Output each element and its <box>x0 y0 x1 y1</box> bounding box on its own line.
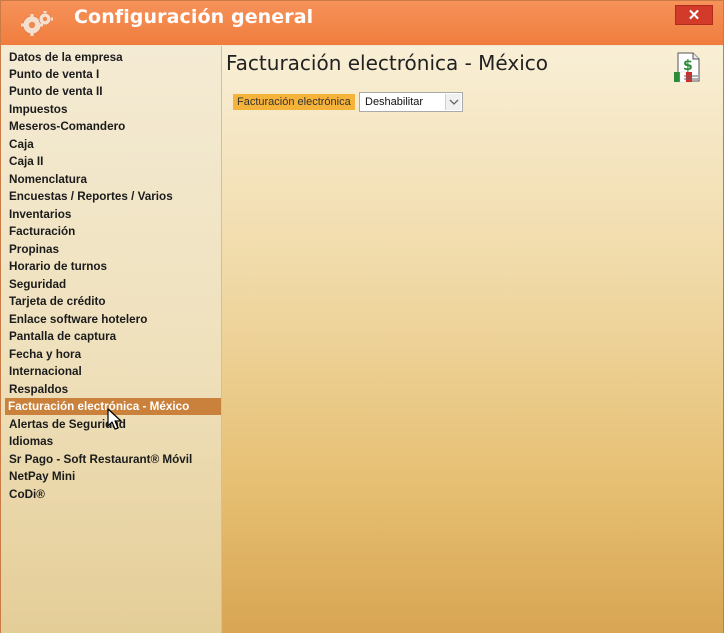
sidebar-item-propinas[interactable]: Propinas <box>1 241 221 258</box>
sidebar-item-idiomas[interactable]: Idiomas <box>1 433 221 450</box>
sidebar-item-software-hotelero[interactable]: Enlace software hotelero <box>1 311 221 328</box>
sidebar-item-meseros[interactable]: Meseros-Comandero <box>1 118 221 135</box>
settings-panel: Facturación electrónica - México $ Factu… <box>222 46 723 633</box>
sidebar-item-sr-pago[interactable]: Sr Pago - Soft Restaurant® Móvil <box>1 451 221 468</box>
sidebar-item-pantalla-captura[interactable]: Pantalla de captura <box>1 328 221 345</box>
title-bar[interactable]: Configuración general ✕ <box>1 1 723 45</box>
sidebar-item-netpay-mini[interactable]: NetPay Mini <box>1 468 221 485</box>
sidebar-item-seguridad[interactable]: Seguridad <box>1 276 221 293</box>
sidebar-item-encuestas[interactable]: Encuestas / Reportes / Varios <box>1 188 221 205</box>
sidebar-item-impuestos[interactable]: Impuestos <box>1 101 221 118</box>
sidebar-item-codi[interactable]: CoDi® <box>1 486 221 503</box>
svg-text:$: $ <box>683 58 693 74</box>
chevron-down-icon <box>449 99 459 105</box>
page-title: Facturación electrónica - México <box>226 51 549 75</box>
sidebar-item-datos-empresa[interactable]: Datos de la empresa <box>1 49 221 66</box>
sidebar-item-nomenclatura[interactable]: Nomenclatura <box>1 171 221 188</box>
close-button[interactable]: ✕ <box>675 5 713 25</box>
select-value: Deshabilitar <box>365 96 424 108</box>
sidebar-item-respaldos[interactable]: Respaldos <box>1 381 221 398</box>
mexico-invoice-icon: $ <box>674 52 700 83</box>
sidebar-item-fecha-hora[interactable]: Fecha y hora <box>1 346 221 363</box>
sidebar-item-punto-venta-1[interactable]: Punto de venta I <box>1 66 221 83</box>
electronic-invoice-label: Facturación electrónica <box>233 94 355 110</box>
sidebar-item-caja-2[interactable]: Caja II <box>1 153 221 170</box>
window-title: Configuración general <box>74 6 314 28</box>
close-icon: ✕ <box>687 7 701 24</box>
sidebar-item-horario-turnos[interactable]: Horario de turnos <box>1 258 221 275</box>
gears-icon <box>21 11 53 36</box>
sidebar-item-internacional[interactable]: Internacional <box>1 363 221 380</box>
sidebar-item-inventarios[interactable]: Inventarios <box>1 206 221 223</box>
config-window: Configuración general ✕ Datos de la empr… <box>0 0 724 633</box>
sidebar-item-tarjeta-credito[interactable]: Tarjeta de crédito <box>1 293 221 310</box>
sidebar-item-punto-venta-2[interactable]: Punto de venta II <box>1 83 221 100</box>
sidebar-item-caja[interactable]: Caja <box>1 136 221 153</box>
electronic-invoice-select[interactable]: Deshabilitar <box>359 92 463 112</box>
dropdown-button[interactable] <box>445 94 461 110</box>
mouse-cursor-icon <box>107 408 122 430</box>
settings-sidebar: Datos de la empresa Punto de venta I Pun… <box>1 46 222 633</box>
sidebar-item-facturacion[interactable]: Facturación <box>1 223 221 240</box>
